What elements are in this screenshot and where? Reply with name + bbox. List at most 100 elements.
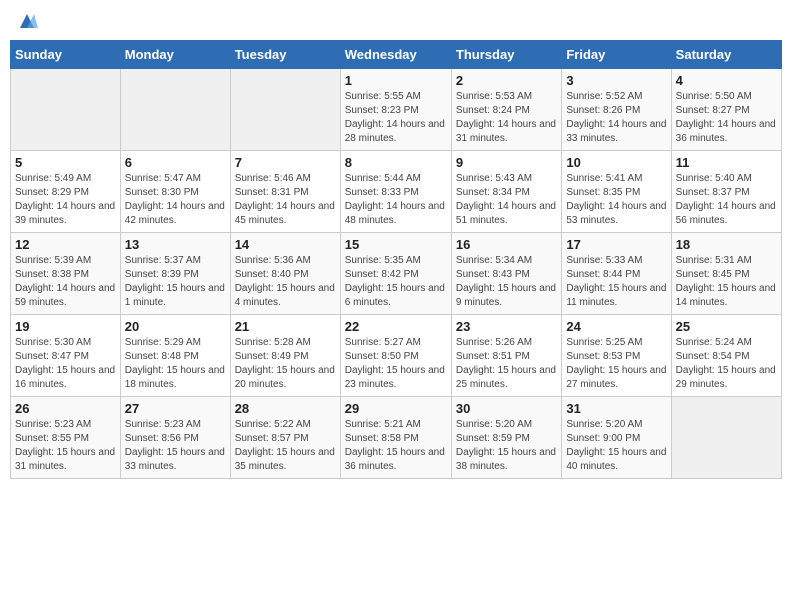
calendar-cell: 11 Sunrise: 5:40 AM Sunset: 8:37 PM Dayli… [671,151,781,233]
calendar-cell: 8 Sunrise: 5:44 AM Sunset: 8:33 PM Daylig… [340,151,451,233]
calendar-cell: 24 Sunrise: 5:25 AM Sunset: 8:53 PM Dayli… [562,315,671,397]
calendar-cell: 30 Sunrise: 5:20 AM Sunset: 8:59 PM Dayli… [451,397,561,479]
calendar-cell: 27 Sunrise: 5:23 AM Sunset: 8:56 PM Dayli… [120,397,230,479]
day-info: Sunrise: 5:23 AM Sunset: 8:55 PM Dayligh… [15,418,116,474]
day-info: Sunrise: 5:52 AM Sunset: 8:26 PM Dayligh… [566,90,666,146]
day-number: 7 [235,155,336,170]
calendar-cell [230,69,340,151]
day-info: Sunrise: 5:26 AM Sunset: 8:51 PM Dayligh… [456,336,557,392]
calendar-cell: 6 Sunrise: 5:47 AM Sunset: 8:30 PM Daylig… [120,151,230,233]
calendar-cell: 1 Sunrise: 5:55 AM Sunset: 8:23 PM Daylig… [340,69,451,151]
calendar-cell: 20 Sunrise: 5:29 AM Sunset: 8:48 PM Dayli… [120,315,230,397]
day-info: Sunrise: 5:36 AM Sunset: 8:40 PM Dayligh… [235,254,336,310]
calendar-cell: 10 Sunrise: 5:41 AM Sunset: 8:35 PM Dayli… [562,151,671,233]
day-info: Sunrise: 5:44 AM Sunset: 8:33 PM Dayligh… [345,172,447,228]
day-number: 8 [345,155,447,170]
day-info: Sunrise: 5:25 AM Sunset: 8:53 PM Dayligh… [566,336,666,392]
calendar-cell: 2 Sunrise: 5:53 AM Sunset: 8:24 PM Daylig… [451,69,561,151]
calendar-cell: 29Sunrise: 5:21 AM Sunset: 8:58 PM Dayli… [340,397,451,479]
weekday-header-wednesday: Wednesday [340,41,451,69]
calendar-cell: 25 Sunrise: 5:24 AM Sunset: 8:54 PM Dayli… [671,315,781,397]
day-info: Sunrise: 5:41 AM Sunset: 8:35 PM Dayligh… [566,172,666,228]
day-info: Sunrise: 5:31 AM Sunset: 8:45 PM Dayligh… [676,254,777,310]
weekday-header-friday: Friday [562,41,671,69]
calendar-cell: 28Sunrise: 5:22 AM Sunset: 8:57 PM Dayli… [230,397,340,479]
day-number: 23 [456,319,557,334]
weekday-header-tuesday: Tuesday [230,41,340,69]
day-number: 5 [15,155,116,170]
day-number: 1 [345,73,447,88]
day-info: Sunrise: 5:33 AM Sunset: 8:44 PM Dayligh… [566,254,666,310]
calendar-cell: 12Sunrise: 5:39 AM Sunset: 8:38 PM Dayli… [11,233,121,315]
week-row-3: 12Sunrise: 5:39 AM Sunset: 8:38 PM Dayli… [11,233,782,315]
day-info: Sunrise: 5:21 AM Sunset: 8:58 PM Dayligh… [345,418,447,474]
day-info: Sunrise: 5:22 AM Sunset: 8:57 PM Dayligh… [235,418,336,474]
week-row-4: 19 Sunrise: 5:30 AM Sunset: 8:47 PM Dayli… [11,315,782,397]
day-number: 21 [235,319,336,334]
day-info: Sunrise: 5:50 AM Sunset: 8:27 PM Dayligh… [676,90,777,146]
weekday-header-monday: Monday [120,41,230,69]
weekday-header-thursday: Thursday [451,41,561,69]
calendar-cell: 17 Sunrise: 5:33 AM Sunset: 8:44 PM Dayli… [562,233,671,315]
day-number: 12 [15,237,116,252]
day-info: Sunrise: 5:23 AM Sunset: 8:56 PM Dayligh… [125,418,226,474]
day-info: Sunrise: 5:49 AM Sunset: 8:29 PM Dayligh… [15,172,116,228]
calendar-cell: 18Sunrise: 5:31 AM Sunset: 8:45 PM Dayli… [671,233,781,315]
calendar-cell: 7 Sunrise: 5:46 AM Sunset: 8:31 PM Daylig… [230,151,340,233]
calendar-cell: 9Sunrise: 5:43 AM Sunset: 8:34 PM Daylig… [451,151,561,233]
weekday-header-sunday: Sunday [11,41,121,69]
calendar-cell [120,69,230,151]
calendar-cell: 31 Sunrise: 5:20 AM Sunset: 9:00 PM Dayli… [562,397,671,479]
day-number: 2 [456,73,557,88]
calendar-cell: 22 Sunrise: 5:27 AM Sunset: 8:50 PM Dayli… [340,315,451,397]
week-row-1: 1 Sunrise: 5:55 AM Sunset: 8:23 PM Daylig… [11,69,782,151]
week-row-5: 26 Sunrise: 5:23 AM Sunset: 8:55 PM Dayli… [11,397,782,479]
logo [14,10,38,32]
calendar-cell: 19 Sunrise: 5:30 AM Sunset: 8:47 PM Dayli… [11,315,121,397]
day-info: Sunrise: 5:20 AM Sunset: 8:59 PM Dayligh… [456,418,557,474]
calendar-cell: 23 Sunrise: 5:26 AM Sunset: 8:51 PM Dayli… [451,315,561,397]
day-info: Sunrise: 5:20 AM Sunset: 9:00 PM Dayligh… [566,418,666,474]
logo-icon [16,10,38,32]
day-number: 27 [125,401,226,416]
calendar-cell: 16Sunrise: 5:34 AM Sunset: 8:43 PM Dayli… [451,233,561,315]
page-header [10,10,782,32]
day-number: 10 [566,155,666,170]
day-info: Sunrise: 5:37 AM Sunset: 8:39 PM Dayligh… [125,254,226,310]
day-info: Sunrise: 5:55 AM Sunset: 8:23 PM Dayligh… [345,90,447,146]
day-info: Sunrise: 5:29 AM Sunset: 8:48 PM Dayligh… [125,336,226,392]
calendar-table: SundayMondayTuesdayWednesdayThursdayFrid… [10,40,782,479]
day-number: 17 [566,237,666,252]
day-info: Sunrise: 5:47 AM Sunset: 8:30 PM Dayligh… [125,172,226,228]
day-info: Sunrise: 5:43 AM Sunset: 8:34 PM Dayligh… [456,172,557,228]
day-number: 24 [566,319,666,334]
day-info: Sunrise: 5:34 AM Sunset: 8:43 PM Dayligh… [456,254,557,310]
day-number: 13 [125,237,226,252]
calendar-cell: 21 Sunrise: 5:28 AM Sunset: 8:49 PM Dayli… [230,315,340,397]
day-number: 11 [676,155,777,170]
day-info: Sunrise: 5:27 AM Sunset: 8:50 PM Dayligh… [345,336,447,392]
calendar-cell: 13 Sunrise: 5:37 AM Sunset: 8:39 PM Dayli… [120,233,230,315]
day-info: Sunrise: 5:46 AM Sunset: 8:31 PM Dayligh… [235,172,336,228]
day-number: 14 [235,237,336,252]
day-number: 31 [566,401,666,416]
calendar-cell: 14 Sunrise: 5:36 AM Sunset: 8:40 PM Dayli… [230,233,340,315]
day-info: Sunrise: 5:30 AM Sunset: 8:47 PM Dayligh… [15,336,116,392]
day-number: 26 [15,401,116,416]
day-number: 15 [345,237,447,252]
day-info: Sunrise: 5:53 AM Sunset: 8:24 PM Dayligh… [456,90,557,146]
day-info: Sunrise: 5:24 AM Sunset: 8:54 PM Dayligh… [676,336,777,392]
calendar-cell: 15Sunrise: 5:35 AM Sunset: 8:42 PM Dayli… [340,233,451,315]
day-info: Sunrise: 5:28 AM Sunset: 8:49 PM Dayligh… [235,336,336,392]
day-number: 19 [15,319,116,334]
week-row-2: 5 Sunrise: 5:49 AM Sunset: 8:29 PM Daylig… [11,151,782,233]
day-number: 20 [125,319,226,334]
day-number: 4 [676,73,777,88]
day-number: 30 [456,401,557,416]
day-info: Sunrise: 5:40 AM Sunset: 8:37 PM Dayligh… [676,172,777,228]
day-number: 22 [345,319,447,334]
weekday-header-row: SundayMondayTuesdayWednesdayThursdayFrid… [11,41,782,69]
day-number: 25 [676,319,777,334]
weekday-header-saturday: Saturday [671,41,781,69]
day-number: 6 [125,155,226,170]
